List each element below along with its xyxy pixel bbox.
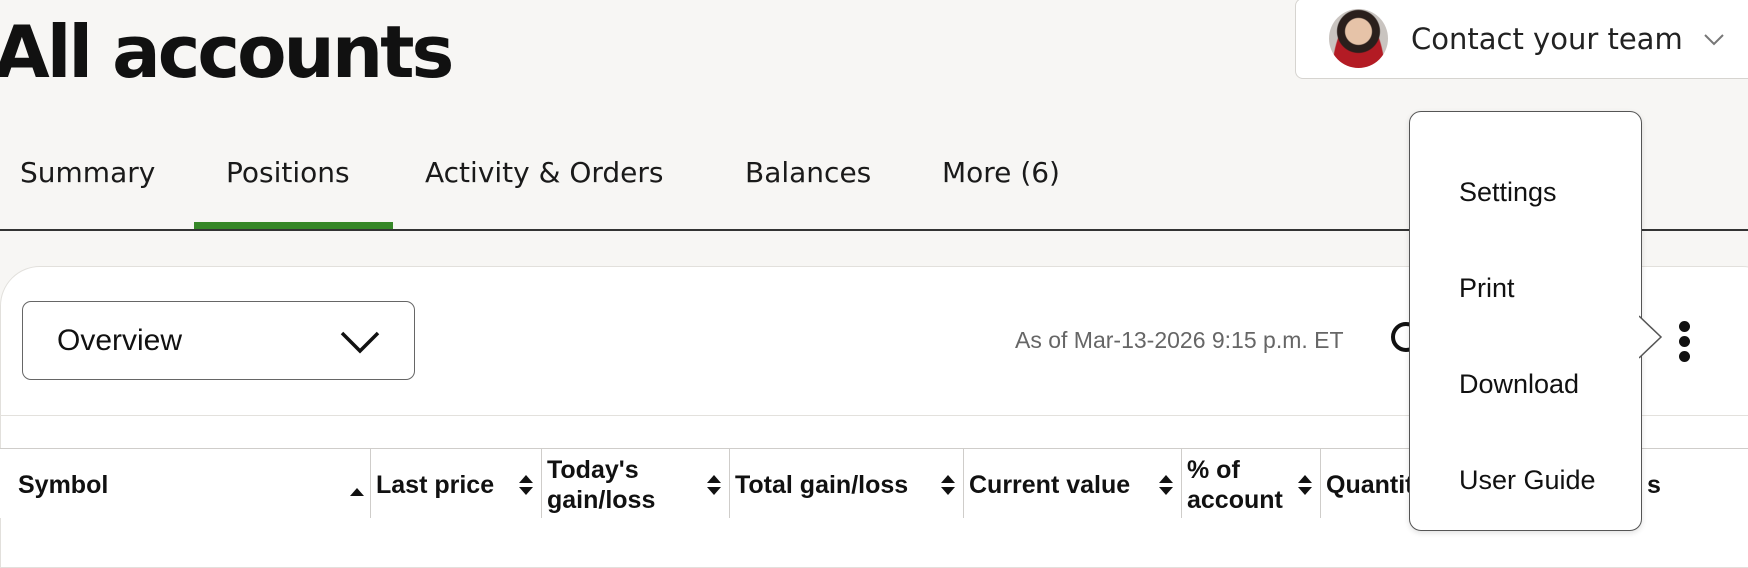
kebab-dot <box>1679 336 1690 347</box>
menu-item-settings[interactable]: Settings <box>1459 177 1557 208</box>
tab-balances[interactable]: Balances <box>745 156 871 189</box>
column-header-percent-of-account[interactable]: % of account <box>1181 449 1320 518</box>
chevron-down-icon <box>340 331 380 354</box>
tab-summary[interactable]: Summary <box>20 156 155 189</box>
column-header-current-value[interactable]: Current value <box>963 449 1181 518</box>
sort-icon <box>707 475 721 495</box>
kebab-dot <box>1679 321 1690 332</box>
kebab-dot <box>1679 351 1690 362</box>
column-header-total-gain-loss[interactable]: Total gain/loss <box>729 449 963 518</box>
view-select[interactable]: Overview <box>22 301 415 380</box>
as-of-timestamp: As of Mar-13-2026 9:15 p.m. ET <box>1015 327 1344 353</box>
chevron-down-icon <box>1704 33 1724 45</box>
sort-icon <box>519 475 533 495</box>
sort-icon <box>1298 475 1312 495</box>
view-select-value: Overview <box>57 323 183 357</box>
sort-ascending-icon <box>350 488 364 496</box>
sort-icon <box>941 475 955 495</box>
sort-icon <box>1159 475 1173 495</box>
menu-pointer <box>1639 315 1663 359</box>
contact-team-button[interactable]: Contact your team <box>1295 0 1748 79</box>
tab-more[interactable]: More (6) <box>942 156 1060 189</box>
menu-item-download[interactable]: Download <box>1459 369 1579 400</box>
column-header-last-price[interactable]: Last price <box>370 449 541 518</box>
more-options-button[interactable] <box>1670 318 1698 364</box>
column-header-symbol[interactable]: Symbol <box>0 449 370 518</box>
tab-activity-orders[interactable]: Activity & Orders <box>425 156 664 189</box>
page-title: All accounts <box>0 10 454 94</box>
more-options-menu: Settings Print Download User Guide <box>1409 111 1642 531</box>
avatar <box>1329 9 1388 68</box>
menu-item-user-guide[interactable]: User Guide <box>1459 465 1596 496</box>
tab-positions[interactable]: Positions <box>226 156 350 189</box>
menu-item-print[interactable]: Print <box>1459 273 1515 304</box>
contact-team-label: Contact your team <box>1411 21 1683 56</box>
column-header-todays-gain-loss[interactable]: Today's gain/loss <box>541 449 729 518</box>
